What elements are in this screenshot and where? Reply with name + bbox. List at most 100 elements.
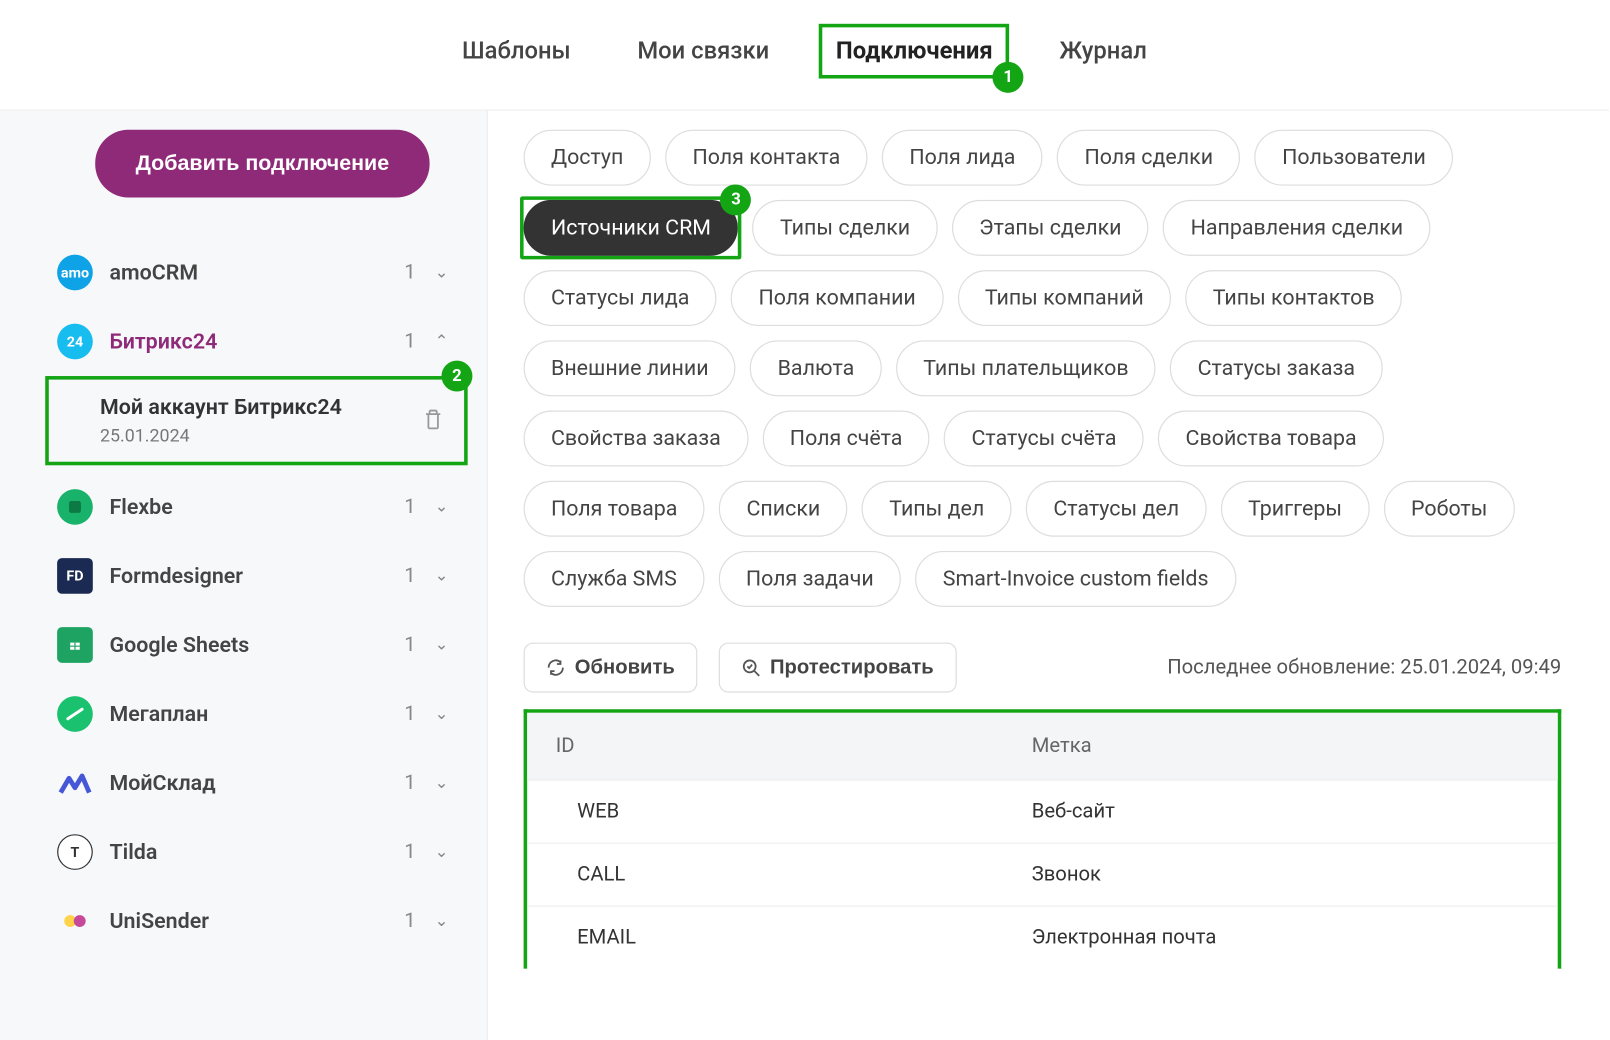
sidebar-item-label: Flexbe (109, 494, 404, 519)
col-header-label: Метка (1032, 734, 1529, 758)
chip-служба-sms[interactable]: Служба SMS (524, 551, 705, 607)
chip-триггеры[interactable]: Триггеры (1221, 481, 1370, 537)
sidebar-item-label: amoCRM (109, 260, 404, 285)
chevron-down-icon: ⌄ (435, 566, 449, 585)
step-badge-2: 2 (441, 361, 472, 392)
add-connection-button[interactable]: Добавить подключение (95, 130, 429, 198)
sidebar-item-formdesigner[interactable]: FD Formdesigner 1 ⌄ (48, 541, 459, 610)
sidebar-item-moysklad[interactable]: МойСклад 1 ⌄ (48, 749, 459, 818)
sidebar-item-count: 1 (404, 261, 415, 285)
last-update-text: Последнее обновление: 25.01.2024, 09:49 (1167, 656, 1561, 680)
chip-типы-плательщиков[interactable]: Типы плательщиков (896, 340, 1156, 396)
table-row[interactable]: CALLЗвонок (527, 843, 1558, 906)
chips-row: ДоступПоля контактаПоля лидаПоля сделки П… (524, 130, 1562, 607)
chip-поля-контакта[interactable]: Поля контакта (665, 130, 868, 186)
table-header: ID Метка (527, 713, 1558, 780)
cell-id: WEB (556, 800, 1032, 824)
chip-типы-дел[interactable]: Типы дел (862, 481, 1012, 537)
chip-списки[interactable]: Списки (719, 481, 848, 537)
sidebar-item-bitrix[interactable]: 24 Битрикс24 1 ⌃ (48, 307, 459, 376)
step-badge-3: 3 (721, 184, 752, 215)
chip-статусы-дел[interactable]: Статусы дел (1026, 481, 1207, 537)
chip-пользователи[interactable]: Пользователи (1255, 130, 1453, 186)
sidebar-item-megaplan[interactable]: Мегаплан 1 ⌄ (48, 679, 459, 748)
chip-типы-компаний[interactable]: Типы компаний (957, 270, 1171, 326)
chip-валюта[interactable]: Валюта (750, 340, 881, 396)
chevron-down-icon: ⌄ (435, 912, 449, 931)
chip-доступ[interactable]: Доступ (524, 130, 651, 186)
sidebar-item-unisender[interactable]: UniSender 1 ⌄ (48, 887, 459, 956)
sidebar-item-count: 1 (404, 330, 415, 354)
sidebar-item-count: 1 (404, 840, 415, 864)
refresh-button[interactable]: Обновить (524, 643, 698, 693)
test-icon (741, 658, 760, 677)
trash-icon[interactable] (422, 407, 443, 431)
megaplan-icon (57, 696, 93, 732)
bitrix-icon: 24 (57, 324, 93, 360)
account-date: 25.01.2024 (100, 425, 446, 446)
sidebar-item-label: Formdesigner (109, 563, 404, 588)
chip-поля-сч-та[interactable]: Поля счёта (762, 411, 929, 467)
sidebar-item-label: Битрикс24 (109, 329, 404, 354)
col-header-id: ID (556, 734, 1032, 758)
test-label: Протестировать (770, 656, 934, 680)
chip-свойства-товара[interactable]: Свойства товара (1158, 411, 1384, 467)
chevron-down-icon: ⌄ (435, 704, 449, 723)
table-row[interactable]: WEBВеб-сайт (527, 779, 1558, 842)
highlight-box-3 (520, 196, 742, 259)
table-row[interactable]: EMAILЭлектронная почта (527, 906, 1558, 969)
chip-типы-контактов[interactable]: Типы контактов (1185, 270, 1402, 326)
toolbar: Обновить Протестировать Последнее обновл… (524, 643, 1562, 693)
chevron-down-icon: ⌄ (435, 497, 449, 516)
gsheets-icon (57, 627, 93, 663)
cell-label: Веб-сайт (1032, 800, 1529, 824)
highlight-box-2 (45, 376, 467, 465)
chip-статусы-лида[interactable]: Статусы лида (524, 270, 717, 326)
step-badge-1: 1 (993, 62, 1024, 93)
sidebar-item-gsheets[interactable]: Google Sheets 1 ⌄ (48, 610, 459, 679)
sidebar-item-count: 1 (404, 771, 415, 795)
chip-поля-лида[interactable]: Поля лида (882, 130, 1043, 186)
chip-направления-сделки[interactable]: Направления сделки (1163, 200, 1430, 256)
amocrm-icon: amo (57, 255, 93, 291)
test-button[interactable]: Протестировать (719, 643, 956, 693)
nav-journal[interactable]: Журнал (1050, 29, 1157, 72)
nav-connections-label: Подключения (836, 36, 993, 65)
chip-статусы-заказа[interactable]: Статусы заказа (1170, 340, 1382, 396)
sidebar-item-label: Tilda (109, 840, 404, 865)
chip-роботы[interactable]: Роботы (1384, 481, 1515, 537)
content: ДоступПоля контактаПоля лидаПоля сделки П… (488, 111, 1609, 1040)
chip-источники-crm[interactable]: Источники CRM3 (524, 200, 739, 256)
cell-label: Звонок (1032, 863, 1529, 887)
chip-статусы-сч-та[interactable]: Статусы счёта (944, 411, 1144, 467)
nav-templates[interactable]: Шаблоны (452, 29, 580, 72)
cell-id: CALL (556, 863, 1032, 887)
chip-свойства-заказа[interactable]: Свойства заказа (524, 411, 749, 467)
sidebar-item-count: 1 (404, 633, 415, 657)
refresh-icon (546, 658, 565, 677)
cell-label: Электронная почта (1032, 926, 1529, 950)
chip-типы-сделки[interactable]: Типы сделки (753, 200, 938, 256)
cell-id: EMAIL (556, 926, 1032, 950)
chip-поля-товара[interactable]: Поля товара (524, 481, 705, 537)
account-bitrix[interactable]: 2 Мой аккаунт Битрикс24 25.01.2024 (48, 378, 459, 462)
sidebar-item-label: Мегаплан (109, 702, 404, 727)
main: Добавить подключение amo amoCRM 1 ⌄ 24 Б… (0, 111, 1609, 1040)
nav-myflows[interactable]: Мои связки (628, 29, 779, 72)
chevron-down-icon: ⌄ (435, 635, 449, 654)
nav-connections[interactable]: Подключения 1 (826, 29, 1002, 72)
chip-smart-invoice-custom-fields[interactable]: Smart-Invoice custom fields (915, 551, 1236, 607)
chip-поля-компании[interactable]: Поля компании (731, 270, 943, 326)
sidebar: Добавить подключение amo amoCRM 1 ⌄ 24 Б… (0, 111, 488, 1040)
chip-поля-сделки[interactable]: Поля сделки (1057, 130, 1240, 186)
chip-поля-задачи[interactable]: Поля задачи (718, 551, 901, 607)
crm-sources-table: ID Метка WEBВеб-сайтCALLЗвонокEMAILЭлект… (524, 709, 1562, 968)
sidebar-item-label: МойСклад (109, 771, 404, 796)
sidebar-item-amocrm[interactable]: amo amoCRM 1 ⌄ (48, 238, 459, 307)
formdesigner-icon: FD (57, 558, 93, 594)
flexbe-icon (57, 489, 93, 525)
chip-внешние-линии[interactable]: Внешние линии (524, 340, 736, 396)
sidebar-item-tilda[interactable]: Т Tilda 1 ⌄ (48, 818, 459, 887)
sidebar-item-flexbe[interactable]: Flexbe 1 ⌄ (48, 472, 459, 541)
chip-этапы-сделки[interactable]: Этапы сделки (952, 200, 1149, 256)
